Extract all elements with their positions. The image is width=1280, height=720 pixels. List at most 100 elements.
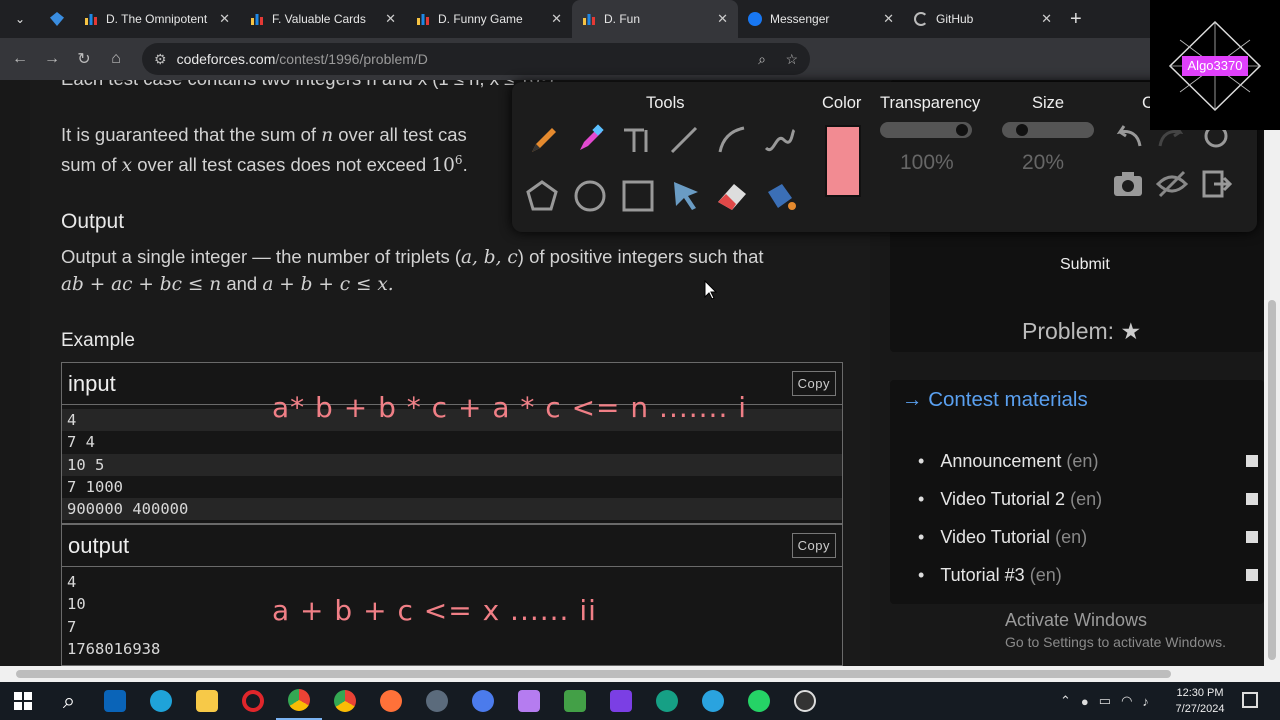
- taskbar-whatsapp[interactable]: [736, 682, 782, 720]
- forward-icon[interactable]: →: [36, 50, 68, 68]
- close-icon[interactable]: ✕: [551, 11, 562, 27]
- circle-tool-icon[interactable]: [572, 178, 608, 214]
- url-input[interactable]: ⚙ codeforces.com/contest/1996/problem/D …: [142, 43, 810, 75]
- hide-eye-icon[interactable]: [1154, 166, 1190, 202]
- taskbar-notepad[interactable]: [552, 682, 598, 720]
- camera-icon[interactable]: [1110, 166, 1146, 202]
- transparency-slider[interactable]: [880, 122, 972, 138]
- color-label: Color: [822, 94, 862, 112]
- paint-bucket-icon[interactable]: [762, 178, 798, 214]
- reload-icon[interactable]: ↻: [68, 49, 100, 69]
- taskbar-edge[interactable]: [138, 682, 184, 720]
- contest-materials-title: → Contest materials: [902, 388, 1088, 411]
- undo-icon[interactable]: [1110, 118, 1146, 154]
- taskbar-obs[interactable]: [782, 682, 828, 720]
- notification-icon[interactable]: [1242, 692, 1258, 708]
- exit-icon[interactable]: [1198, 166, 1234, 202]
- select-cursor-icon[interactable]: [668, 178, 704, 214]
- tab-funny-game[interactable]: D. Funny Game ✕: [406, 0, 572, 38]
- tab-pinned[interactable]: [40, 0, 74, 38]
- microphone-icon[interactable]: ●: [1081, 694, 1089, 709]
- chevron-up-icon[interactable]: ⌃: [1060, 693, 1071, 709]
- taskbar-opera[interactable]: [230, 682, 276, 720]
- zoom-icon[interactable]: ⌕: [758, 51, 766, 68]
- slider-knob[interactable]: [956, 124, 968, 136]
- material-link[interactable]: Video Tutorial 2: [940, 489, 1065, 510]
- start-button[interactable]: [0, 682, 46, 720]
- slider-knob[interactable]: [1016, 124, 1028, 136]
- material-lang: (en): [1070, 488, 1103, 509]
- arc-tool-icon[interactable]: [714, 122, 750, 158]
- clock[interactable]: 12:30 PM 7/27/2024: [1172, 685, 1228, 717]
- math-ten: 10: [431, 155, 455, 177]
- scrollbar-thumb[interactable]: [1268, 300, 1276, 660]
- gear-icon: [426, 690, 448, 712]
- pin-icon: [1246, 493, 1258, 505]
- taskbar-visual-studio[interactable]: [598, 682, 644, 720]
- star-icon[interactable]: ★: [1120, 318, 1141, 344]
- horizontal-scrollbar[interactable]: [0, 666, 1280, 682]
- taskbar-cube-app[interactable]: [506, 682, 552, 720]
- math-triplet: a, b, c: [461, 247, 518, 268]
- rectangle-tool-icon[interactable]: [620, 178, 656, 214]
- taskbar-firefox[interactable]: [368, 682, 414, 720]
- output-text: ) of positive integers such that: [517, 246, 764, 267]
- material-item[interactable]: • Video Tutorial (en): [918, 518, 1264, 556]
- taskbar-tick-app[interactable]: [460, 682, 506, 720]
- tab-messenger[interactable]: Messenger ✕: [738, 0, 904, 38]
- tab-omnipotent[interactable]: D. The Omnipotent ✕: [74, 0, 240, 38]
- output-heading: Output: [61, 210, 125, 233]
- material-item[interactable]: • Video Tutorial 2 (en): [918, 480, 1264, 518]
- system-tray: ⌃ ● ▭ ◠ ♪: [1060, 682, 1149, 720]
- input-line: 900000 400000: [62, 498, 842, 521]
- tab-search-button[interactable]: ⌄: [0, 0, 40, 38]
- polygon-tool-icon[interactable]: [524, 178, 560, 214]
- taskbar-file-explorer[interactable]: [184, 682, 230, 720]
- tab-fun[interactable]: D. Fun ✕: [572, 0, 738, 38]
- tab-valuable-cards[interactable]: F. Valuable Cards ✕: [240, 0, 406, 38]
- curve-tool-icon[interactable]: [762, 122, 798, 158]
- selected-color-swatch[interactable]: [825, 125, 861, 197]
- eraser-icon[interactable]: [714, 178, 750, 214]
- pencil-icon[interactable]: [526, 122, 562, 158]
- bookmark-star-icon[interactable]: ☆: [785, 51, 798, 68]
- material-item[interactable]: • Announcement (en): [918, 442, 1264, 480]
- new-tab-button[interactable]: +: [1070, 8, 1082, 31]
- back-icon[interactable]: ←: [4, 50, 36, 68]
- line-tool-icon[interactable]: [666, 122, 702, 158]
- submit-button[interactable]: Submit: [1060, 256, 1110, 274]
- battery-icon[interactable]: ▭: [1099, 693, 1111, 709]
- taskbar-chrome-active[interactable]: [276, 682, 322, 720]
- close-icon[interactable]: ✕: [717, 11, 728, 27]
- search-button[interactable]: ⌕: [46, 682, 92, 720]
- facebook-icon: [748, 12, 762, 26]
- site-settings-icon[interactable]: ⚙: [154, 51, 167, 68]
- text-tool-icon[interactable]: [618, 122, 654, 158]
- tab-github[interactable]: GitHub ✕: [904, 0, 1062, 38]
- close-icon[interactable]: ✕: [883, 11, 894, 27]
- scrollbar-thumb[interactable]: [16, 670, 1171, 678]
- taskbar-xplore[interactable]: [644, 682, 690, 720]
- material-link[interactable]: Video Tutorial: [940, 527, 1050, 548]
- copy-output-button[interactable]: Copy: [791, 533, 836, 558]
- material-link[interactable]: Announcement: [940, 451, 1061, 472]
- vertical-scrollbar[interactable]: [1264, 80, 1280, 666]
- taskbar-chrome[interactable]: [322, 682, 368, 720]
- copy-input-button[interactable]: Copy: [791, 371, 836, 396]
- close-icon[interactable]: ✕: [219, 11, 230, 27]
- wifi-icon[interactable]: ◠: [1121, 693, 1132, 709]
- highlighter-icon[interactable]: [572, 122, 608, 158]
- close-icon[interactable]: ✕: [385, 11, 396, 27]
- size-slider[interactable]: [1002, 122, 1094, 138]
- home-icon[interactable]: ⌂: [100, 50, 132, 68]
- volume-icon[interactable]: ♪: [1142, 694, 1149, 709]
- material-item[interactable]: • Tutorial #3 (en): [918, 556, 1264, 594]
- taskbar-outlook[interactable]: [92, 682, 138, 720]
- material-link[interactable]: Tutorial #3: [940, 565, 1024, 586]
- example-heading: Example: [61, 330, 135, 351]
- search-icon: ⌕: [62, 688, 76, 713]
- taskbar-settings[interactable]: [414, 682, 460, 720]
- close-icon[interactable]: ✕: [1041, 11, 1052, 27]
- taskbar-telegram[interactable]: [690, 682, 736, 720]
- guarantee-text: It is guaranteed that the sum of: [61, 124, 317, 145]
